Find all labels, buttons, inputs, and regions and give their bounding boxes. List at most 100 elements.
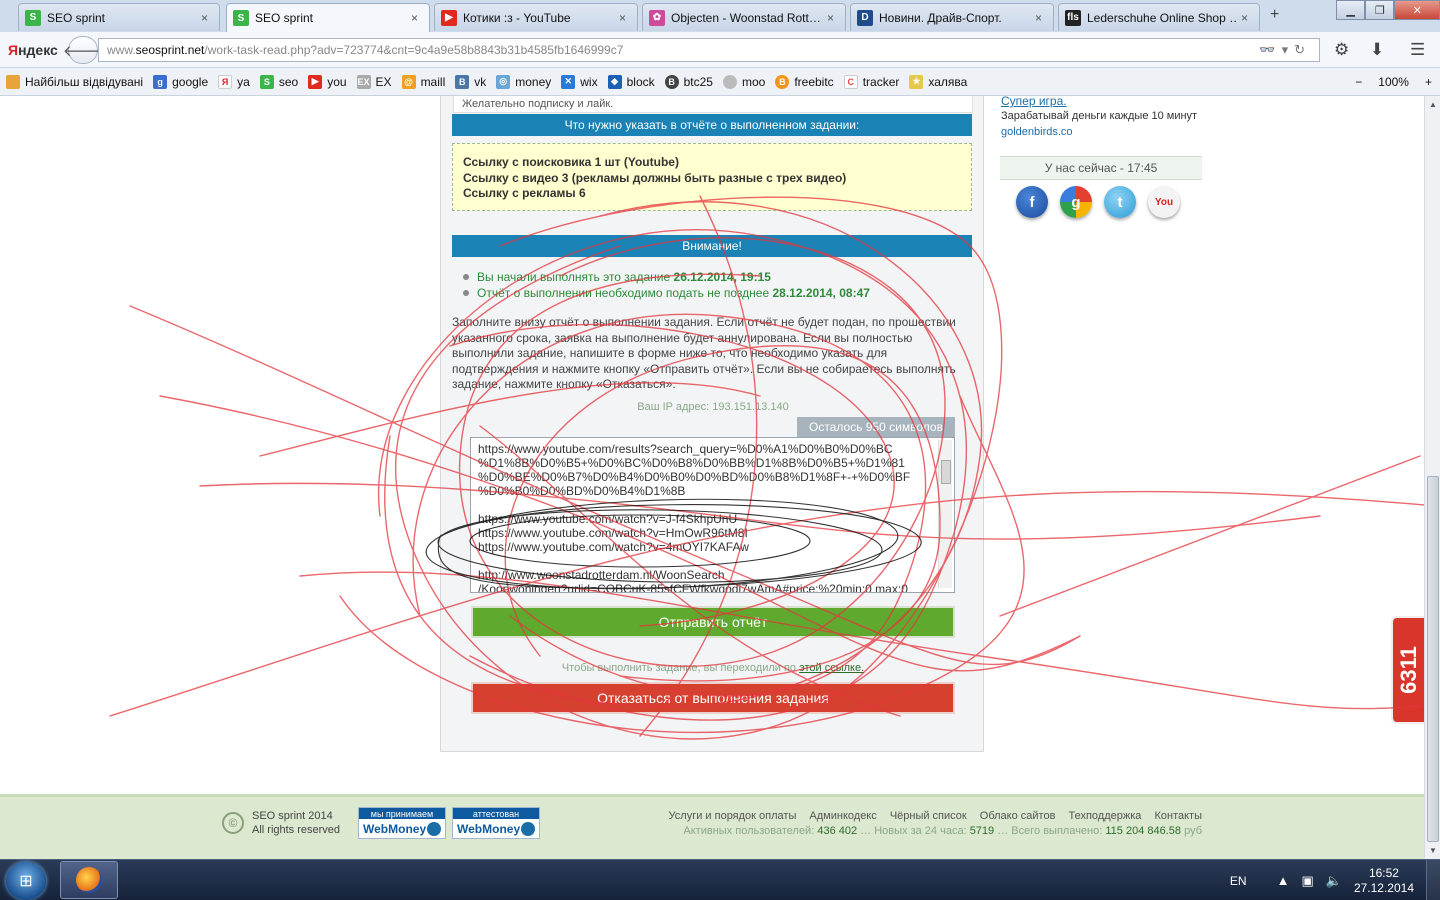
bookmark-mail[interactable]: @ maill [401, 74, 445, 89]
ad-game-link[interactable]: Супер игра. [1001, 96, 1067, 108]
chars-left-counter: Осталось 950 символов [797, 417, 955, 437]
settings-gear-icon[interactable]: ⚙ [1334, 40, 1349, 60]
bookmark-block[interactable]: ◆ block [607, 74, 655, 89]
textarea-scrollbar[interactable] [938, 440, 952, 588]
close-icon[interactable]: × [619, 11, 631, 25]
twitter-icon[interactable]: t [1104, 186, 1136, 218]
webmoney-attested-badge[interactable]: аттестован WebMoney [452, 807, 540, 839]
google-icon: g [153, 74, 168, 89]
bookmark-freebitc[interactable]: Bfreebitc [775, 74, 834, 89]
bookmark-ex[interactable]: EX EX [356, 74, 392, 89]
bookmark-you[interactable]: ▶ you [308, 74, 347, 89]
footer-links: Услуги и порядок оплаты Админкодекс Чёрн… [659, 809, 1202, 839]
textarea-line: http://www.woonstadrotterdam.nl/WoonSear… [478, 568, 725, 582]
bookmark-money[interactable]: ◎ money [496, 74, 551, 89]
network-icon[interactable]: ▣ [1301, 873, 1313, 889]
close-icon[interactable]: × [1241, 11, 1253, 25]
footer-link-admincode[interactable]: Админкодекс [809, 810, 876, 822]
footer-link-blacklist[interactable]: Чёрный список [890, 810, 967, 822]
google-icon[interactable]: g [1060, 186, 1092, 218]
footer-link-services[interactable]: Услуги и порядок оплаты [669, 810, 797, 822]
close-icon[interactable]: × [201, 11, 213, 25]
tab-label: SEO sprint [255, 11, 314, 25]
bookmark-seo[interactable]: Sseo [259, 74, 298, 89]
bookmarks-bar: Найбільш відвідувані g google Яya Sseo ▶ y… [0, 68, 1440, 96]
maximize-icon[interactable]: ❐ [1365, 0, 1395, 20]
firefox-icon [76, 867, 102, 893]
window-close-icon[interactable]: ✕ [1394, 0, 1440, 20]
address-bar[interactable]: www. seosprint.net/work-task-read.php?adv… [98, 38, 1320, 62]
report-line: Ссылку с поисковика 1 шт (Youtube) [463, 155, 679, 169]
ad-game-url[interactable]: goldenbirds.co [1001, 126, 1073, 138]
language-indicator[interactable]: EN [1230, 874, 1247, 888]
taskbar: ⊞ EN ▲ ▣ 🔈 16:52 27.12.2014 [0, 859, 1440, 900]
webmoney-globe-icon [427, 821, 441, 836]
bookmark-moo[interactable]: moo [722, 74, 765, 89]
instructions-text: Заполните внизу отчёт о выполнении задан… [452, 315, 956, 391]
back-button[interactable]: 🡐 [63, 36, 103, 64]
close-icon[interactable]: × [827, 11, 839, 25]
wix-icon: ✕ [561, 74, 576, 89]
drive-icon: D [857, 9, 873, 26]
ip-address: Ваш IP адрес: 193.151.13.140 [637, 401, 789, 413]
page-scroll-thumb[interactable] [1427, 476, 1439, 842]
tab-drive[interactable]: D Новини. Драйв-Спорт. × [850, 3, 1054, 31]
refuse-task-button[interactable]: Отказаться от выполнения задания [471, 682, 955, 714]
close-icon[interactable]: × [1035, 11, 1047, 25]
task-link-hint: Чтобы выполнить задание, вы переходили п… [561, 662, 865, 674]
footer-link-cloud[interactable]: Облако сайтов [980, 810, 1056, 822]
yandex-logo[interactable]: Яндекс [8, 42, 58, 58]
webmoney-accept-badge[interactable]: мы принимаем WebMoney [358, 807, 446, 839]
show-desktop-button[interactable] [1426, 860, 1440, 900]
new-tab-button[interactable]: + [1270, 6, 1279, 24]
tab-seosprint-1[interactable]: S SEO sprint × [18, 3, 220, 31]
bookmark-google[interactable]: g google [153, 74, 208, 89]
reader-icon[interactable]: 👓▾↻ [1259, 42, 1311, 58]
taskbar-clock[interactable]: 16:52 27.12.2014 [1354, 866, 1414, 896]
attention-header: Внимание! [452, 235, 972, 257]
task-panel: Желательно подписку и лайк. Что нужно ук… [440, 96, 984, 752]
volume-icon[interactable]: 🔈 [1326, 873, 1342, 889]
bookmark-wix[interactable]: ✕ wix [561, 74, 598, 89]
bookmark-most-visited[interactable]: Найбільш відвідувані [6, 74, 143, 89]
zoom-level[interactable]: 100% [1378, 75, 1409, 89]
tab-lederschuhe[interactable]: fls Lederschuhe Online Shop … × [1058, 3, 1260, 31]
menu-icon[interactable]: ☰ [1410, 40, 1425, 60]
bookmark-vk[interactable]: Bvk [455, 74, 486, 89]
bookmark-tracker[interactable]: Ctracker [843, 74, 899, 89]
footer-link-support[interactable]: Техподдержка [1069, 810, 1142, 822]
start-button[interactable]: ⊞ [6, 862, 46, 900]
moo-icon [722, 74, 737, 89]
scroll-up-icon[interactable]: ▲ [1429, 100, 1437, 109]
close-icon[interactable]: × [411, 11, 423, 25]
navigation-bar: Яндекс 🡐 www. seosprint.net/work-task-rea… [0, 32, 1440, 68]
bookmark-ya[interactable]: Яya [218, 74, 250, 89]
tray-arrow-icon[interactable]: ▲ [1277, 873, 1290, 888]
bookmark-btc25[interactable]: Bbtc25 [664, 74, 713, 89]
youtube-icon[interactable]: You [1148, 186, 1180, 218]
textarea-line: /Koopwoningen?urlid=COBCuK-85sfCFWfkwqod… [478, 582, 908, 593]
freebitcoin-icon: B [775, 74, 790, 89]
report-requirements-box: Ссылку с поисковика 1 шт (Youtube) Ссылк… [452, 143, 972, 211]
download-icon[interactable]: ⬇ [1370, 40, 1384, 60]
send-report-button[interactable]: Отправить отчёт [471, 606, 955, 638]
bookmark-freebie[interactable]: ★ халява [909, 74, 967, 89]
zoom-in-button[interactable]: + [1425, 75, 1432, 89]
counter-widget[interactable]: 6311 [1391, 616, 1424, 724]
footer-link-contacts[interactable]: Контакты [1154, 810, 1202, 822]
minimize-icon[interactable]: ▁ [1336, 0, 1366, 20]
report-textarea[interactable]: https://www.youtube.com/results?search_q… [470, 437, 955, 593]
deadline-note: Отчёт о выполнении необходимо подать не … [463, 285, 870, 301]
tab-youtube[interactable]: ▶ Котики :з - YouTube × [434, 3, 638, 31]
page-scrollbar[interactable]: ▲ ▼ [1424, 96, 1440, 859]
zoom-out-button[interactable]: − [1355, 75, 1362, 89]
task-link[interactable]: этой ссылке. [799, 662, 864, 674]
facebook-icon[interactable]: f [1016, 186, 1048, 218]
mail-icon: @ [401, 74, 416, 89]
taskbar-firefox[interactable] [60, 861, 118, 899]
textarea-scroll-thumb[interactable] [941, 460, 951, 484]
textarea-blank-line [478, 498, 934, 512]
tab-woonstad[interactable]: ✿ Objecten - Woonstad Rott… × [642, 3, 846, 31]
tab-seosprint-2[interactable]: S SEO sprint × [226, 3, 430, 32]
scroll-down-icon[interactable]: ▼ [1429, 846, 1437, 855]
